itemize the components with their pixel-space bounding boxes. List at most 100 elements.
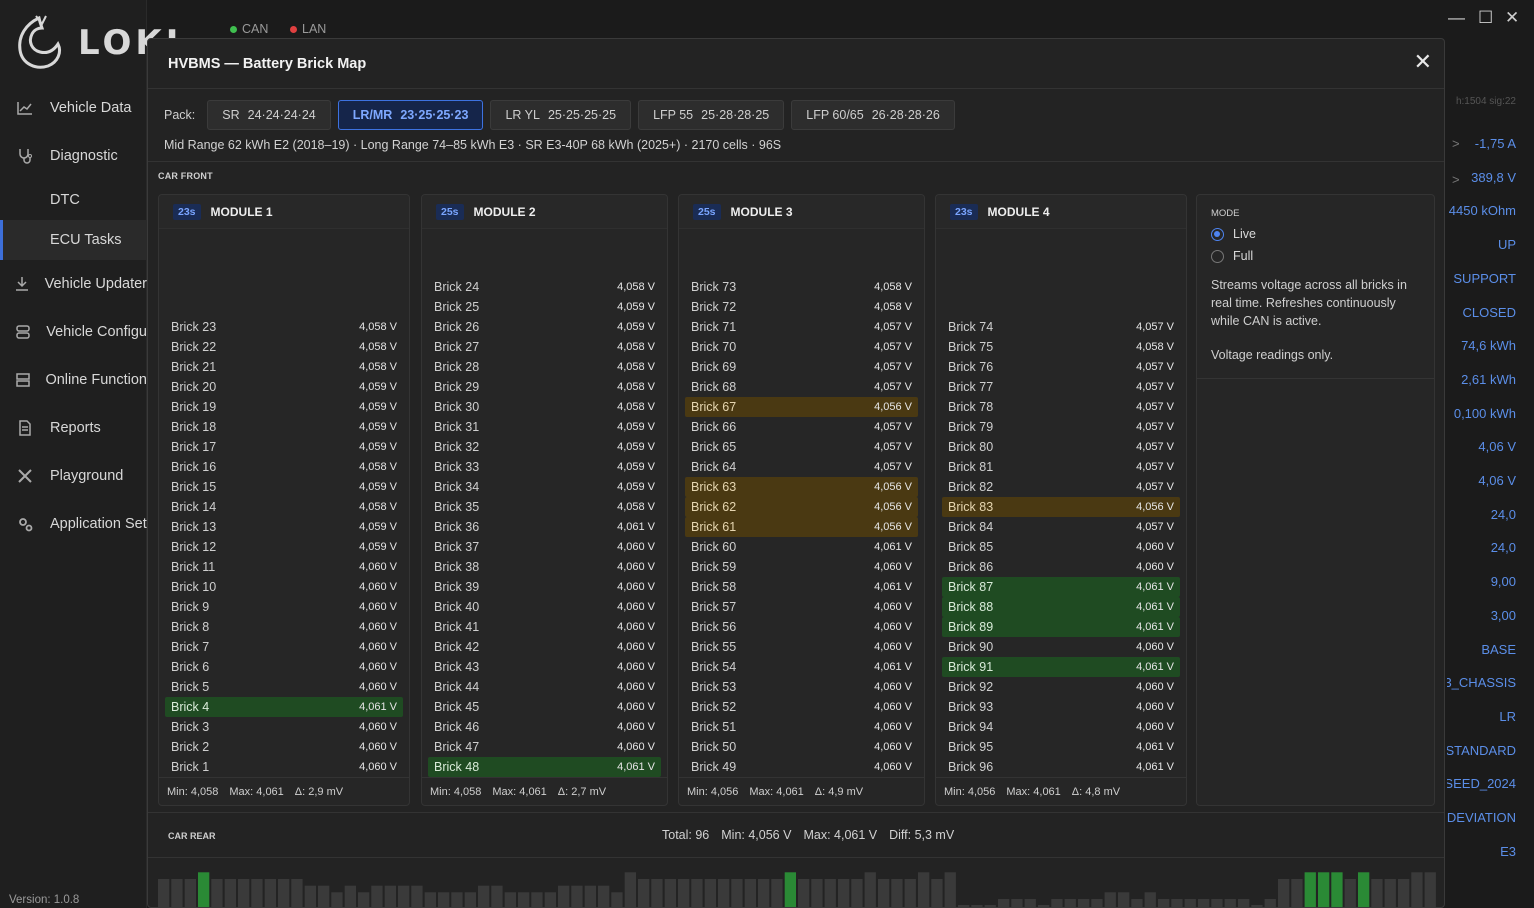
brick-row[interactable]: Brick 32 4,059 V: [428, 437, 661, 457]
brick-row[interactable]: Brick 36 4,061 V: [428, 517, 661, 537]
brick-row[interactable]: Brick 6 4,060 V: [165, 657, 403, 677]
brick-row[interactable]: Brick 24 4,058 V: [428, 277, 661, 297]
minimize-button[interactable]: —: [1448, 8, 1465, 28]
brick-row[interactable]: Brick 39 4,060 V: [428, 577, 661, 597]
brick-row[interactable]: Brick 46 4,060 V: [428, 717, 661, 737]
brick-row[interactable]: Brick 29 4,058 V: [428, 377, 661, 397]
pack-button[interactable]: LR/MR 23·25·25·23: [337, 100, 484, 130]
brick-row[interactable]: Brick 19 4,059 V: [165, 397, 403, 417]
brick-row[interactable]: Brick 44 4,060 V: [428, 677, 661, 697]
brick-row[interactable]: Brick 35 4,058 V: [428, 497, 661, 517]
brick-row[interactable]: Brick 13 4,059 V: [165, 517, 403, 537]
brick-row[interactable]: Brick 42 4,060 V: [428, 637, 661, 657]
brick-row[interactable]: Brick 69 4,057 V: [685, 357, 918, 377]
close-window-button[interactable]: ✕: [1505, 8, 1519, 28]
brick-row[interactable]: Brick 57 4,060 V: [685, 597, 918, 617]
brick-row[interactable]: Brick 74 4,057 V: [942, 317, 1180, 337]
sidebar-item-vehicle-data[interactable]: Vehicle Data: [0, 84, 147, 132]
brick-row[interactable]: Brick 17 4,059 V: [165, 437, 403, 457]
brick-row[interactable]: Brick 56 4,060 V: [685, 617, 918, 637]
mode-live-radio[interactable]: Live: [1211, 227, 1256, 241]
brick-row[interactable]: Brick 96 4,061 V: [942, 757, 1180, 777]
brick-row[interactable]: Brick 47 4,060 V: [428, 737, 661, 757]
brick-row[interactable]: Brick 54 4,061 V: [685, 657, 918, 677]
brick-row[interactable]: Brick 40 4,060 V: [428, 597, 661, 617]
brick-row[interactable]: Brick 41 4,060 V: [428, 617, 661, 637]
brick-row[interactable]: Brick 31 4,059 V: [428, 417, 661, 437]
brick-row[interactable]: Brick 71 4,057 V: [685, 317, 918, 337]
brick-row[interactable]: Brick 80 4,057 V: [942, 437, 1180, 457]
brick-row[interactable]: Brick 64 4,057 V: [685, 457, 918, 477]
brick-row[interactable]: Brick 60 4,061 V: [685, 537, 918, 557]
brick-row[interactable]: Brick 82 4,057 V: [942, 477, 1180, 497]
brick-row[interactable]: Brick 1 4,060 V: [165, 757, 403, 777]
brick-row[interactable]: Brick 92 4,060 V: [942, 677, 1180, 697]
brick-row[interactable]: Brick 5 4,060 V: [165, 677, 403, 697]
chevron-right-icon[interactable]: >: [1452, 172, 1460, 187]
brick-row[interactable]: Brick 78 4,057 V: [942, 397, 1180, 417]
brick-row[interactable]: Brick 83 4,056 V: [942, 497, 1180, 517]
brick-row[interactable]: Brick 12 4,059 V: [165, 537, 403, 557]
pack-button[interactable]: LR YL 25·25·25·25: [490, 100, 632, 130]
sidebar-item-online-functions[interactable]: Online Function: [0, 356, 147, 404]
brick-row[interactable]: Brick 16 4,058 V: [165, 457, 403, 477]
mode-full-radio[interactable]: Full: [1211, 249, 1253, 263]
brick-row[interactable]: Brick 66 4,057 V: [685, 417, 918, 437]
brick-row[interactable]: Brick 63 4,056 V: [685, 477, 918, 497]
brick-row[interactable]: Brick 23 4,058 V: [165, 317, 403, 337]
brick-row[interactable]: Brick 10 4,060 V: [165, 577, 403, 597]
brick-row[interactable]: Brick 90 4,060 V: [942, 637, 1180, 657]
brick-row[interactable]: Brick 72 4,058 V: [685, 297, 918, 317]
sidebar-item-diagnostic[interactable]: Diagnostic: [0, 132, 147, 180]
brick-row[interactable]: Brick 14 4,058 V: [165, 497, 403, 517]
brick-row[interactable]: Brick 76 4,057 V: [942, 357, 1180, 377]
brick-row[interactable]: Brick 26 4,059 V: [428, 317, 661, 337]
brick-row[interactable]: Brick 4 4,061 V: [165, 697, 403, 717]
brick-row[interactable]: Brick 18 4,059 V: [165, 417, 403, 437]
brick-row[interactable]: Brick 45 4,060 V: [428, 697, 661, 717]
brick-row[interactable]: Brick 62 4,056 V: [685, 497, 918, 517]
brick-row[interactable]: Brick 53 4,060 V: [685, 677, 918, 697]
brick-row[interactable]: Brick 15 4,059 V: [165, 477, 403, 497]
brick-row[interactable]: Brick 43 4,060 V: [428, 657, 661, 677]
brick-row[interactable]: Brick 84 4,057 V: [942, 517, 1180, 537]
brick-row[interactable]: Brick 77 4,057 V: [942, 377, 1180, 397]
brick-row[interactable]: Brick 75 4,058 V: [942, 337, 1180, 357]
brick-row[interactable]: Brick 22 4,058 V: [165, 337, 403, 357]
brick-row[interactable]: Brick 30 4,058 V: [428, 397, 661, 417]
brick-row[interactable]: Brick 65 4,057 V: [685, 437, 918, 457]
brick-row[interactable]: Brick 59 4,060 V: [685, 557, 918, 577]
brick-row[interactable]: Brick 94 4,060 V: [942, 717, 1180, 737]
sidebar-subitem-dtc[interactable]: DTC: [0, 180, 147, 220]
brick-row[interactable]: Brick 37 4,060 V: [428, 537, 661, 557]
brick-row[interactable]: Brick 91 4,061 V: [942, 657, 1180, 677]
brick-row[interactable]: Brick 8 4,060 V: [165, 617, 403, 637]
brick-row[interactable]: Brick 7 4,060 V: [165, 637, 403, 657]
brick-row[interactable]: Brick 20 4,059 V: [165, 377, 403, 397]
brick-row[interactable]: Brick 89 4,061 V: [942, 617, 1180, 637]
brick-row[interactable]: Brick 49 4,060 V: [685, 757, 918, 777]
pack-button[interactable]: SR 24·24·24·24: [207, 100, 331, 130]
brick-row[interactable]: Brick 38 4,060 V: [428, 557, 661, 577]
sidebar-item-vehicle-updater[interactable]: Vehicle Updater: [0, 260, 147, 308]
brick-row[interactable]: Brick 25 4,059 V: [428, 297, 661, 317]
brick-row[interactable]: Brick 85 4,060 V: [942, 537, 1180, 557]
brick-row[interactable]: Brick 50 4,060 V: [685, 737, 918, 757]
sidebar-item-application-settings[interactable]: Application Set: [0, 500, 147, 548]
brick-row[interactable]: Brick 48 4,061 V: [428, 757, 661, 777]
brick-row[interactable]: Brick 79 4,057 V: [942, 417, 1180, 437]
brick-row[interactable]: Brick 93 4,060 V: [942, 697, 1180, 717]
sidebar-item-vehicle-config[interactable]: Vehicle Configu: [0, 308, 147, 356]
brick-row[interactable]: Brick 52 4,060 V: [685, 697, 918, 717]
brick-row[interactable]: Brick 70 4,057 V: [685, 337, 918, 357]
chevron-right-icon[interactable]: >: [1452, 136, 1460, 151]
brick-row[interactable]: Brick 88 4,061 V: [942, 597, 1180, 617]
brick-row[interactable]: Brick 21 4,058 V: [165, 357, 403, 377]
brick-row[interactable]: Brick 61 4,056 V: [685, 517, 918, 537]
pack-button[interactable]: LFP 55 25·28·28·25: [638, 100, 785, 130]
brick-row[interactable]: Brick 67 4,056 V: [685, 397, 918, 417]
brick-row[interactable]: Brick 11 4,060 V: [165, 557, 403, 577]
brick-row[interactable]: Brick 86 4,060 V: [942, 557, 1180, 577]
brick-row[interactable]: Brick 73 4,058 V: [685, 277, 918, 297]
brick-row[interactable]: Brick 95 4,061 V: [942, 737, 1180, 757]
